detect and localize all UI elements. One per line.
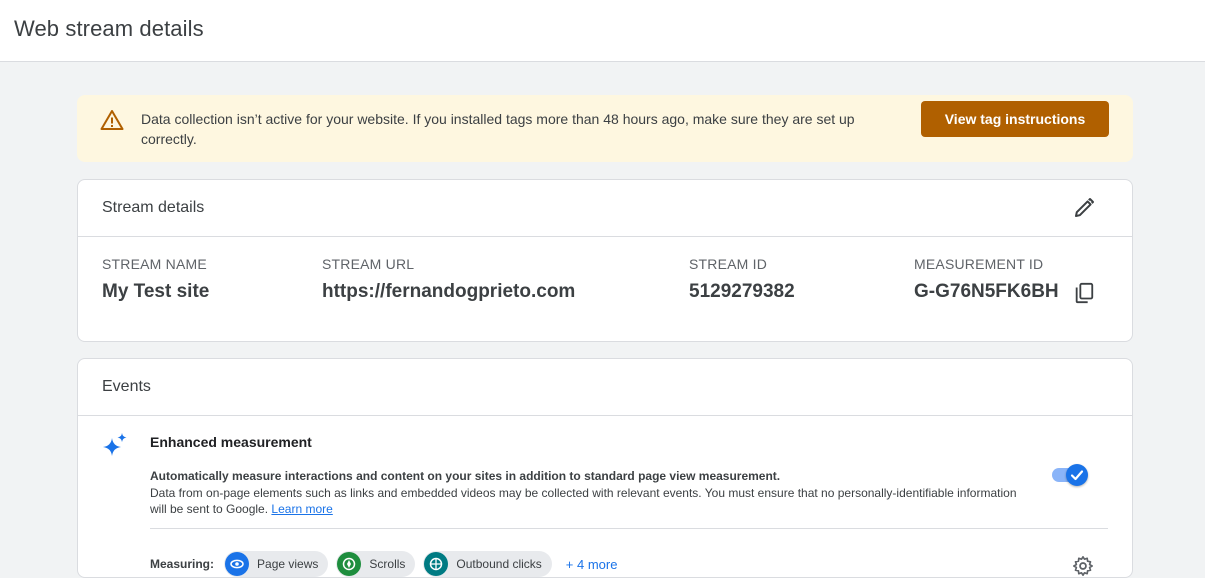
chip-scrolls[interactable]: Scrolls (336, 551, 416, 577)
stream-url-label: STREAM URL (322, 256, 415, 272)
stream-details-card: Stream details STREAM NAME My Test site … (77, 179, 1133, 342)
globe-icon (424, 552, 449, 576)
check-icon (1070, 470, 1084, 481)
stream-id-value: 5129279382 (689, 281, 795, 302)
divider (150, 528, 1108, 529)
top-bar: Web stream details (0, 0, 1205, 62)
compass-icon (337, 552, 362, 576)
eye-icon (225, 552, 250, 576)
measuring-row: Measuring: Page views Scrolls Outbound c… (150, 551, 617, 577)
chip-page-views-label: Page views (257, 557, 319, 571)
events-header: Events (78, 359, 1132, 416)
measuring-label: Measuring: (150, 557, 215, 571)
enhanced-measurement-description: Data from on-page elements such as links… (150, 485, 1020, 517)
alert-message: Data collection isn’t active for your we… (141, 111, 855, 147)
copy-icon[interactable] (1073, 282, 1095, 304)
stream-name-value: My Test site (102, 281, 210, 302)
warning-icon (100, 110, 124, 130)
toggle-knob (1066, 464, 1088, 486)
chip-outbound-clicks-label: Outbound clicks (456, 557, 542, 571)
measurement-id-label: MEASUREMENT ID (914, 256, 1044, 272)
enhanced-measurement-toggle[interactable] (1052, 463, 1090, 489)
gear-icon[interactable] (1072, 555, 1094, 577)
chip-outbound-clicks[interactable]: Outbound clicks (423, 551, 552, 577)
stream-url-value: https://fernandogprieto.com (322, 281, 576, 302)
stream-name-field: STREAM NAME My Test site (102, 256, 209, 303)
chip-page-views[interactable]: Page views (224, 551, 329, 577)
enhanced-measurement-title: Enhanced measurement (150, 434, 312, 450)
stream-details-header: Stream details (78, 180, 1132, 237)
enhanced-measurement-summary: Automatically measure interactions and c… (150, 469, 781, 483)
data-collection-alert: Data collection isn’t active for your we… (77, 95, 1133, 162)
events-title: Events (102, 378, 151, 395)
events-card: Events Enhanced measurement Automaticall… (77, 358, 1133, 578)
chip-scrolls-label: Scrolls (369, 557, 406, 571)
sparkle-icon (103, 433, 127, 456)
stream-url-field: STREAM URL https://fernandogprieto.com (322, 256, 575, 303)
stream-id-field: STREAM ID 5129279382 (689, 256, 795, 303)
stream-name-label: STREAM NAME (102, 256, 207, 272)
stream-id-label: STREAM ID (689, 256, 768, 272)
stream-details-title: Stream details (102, 199, 205, 216)
more-events-link[interactable]: + 4 more (566, 557, 618, 572)
measurement-id-field: MEASUREMENT ID G-G76N5FK6BH (914, 256, 1059, 303)
view-tag-instructions-button[interactable]: View tag instructions (921, 101, 1109, 137)
pencil-icon[interactable] (1072, 196, 1096, 220)
page-title: Web stream details (14, 16, 204, 41)
learn-more-link[interactable]: Learn more (271, 502, 332, 516)
measurement-id-value: G-G76N5FK6BH (914, 281, 1059, 302)
